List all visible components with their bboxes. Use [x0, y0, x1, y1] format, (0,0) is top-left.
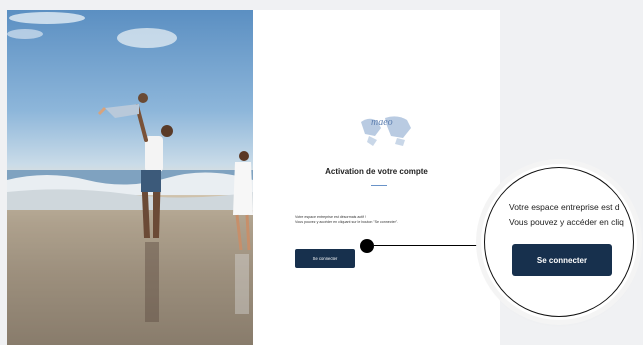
zoom-message-line-2: Vous pouvez y accéder en cliq [509, 217, 624, 227]
beach-family-photo [7, 10, 253, 345]
zoom-se-connecter-button[interactable]: Se connecter [512, 244, 612, 276]
page-title: Activation de votre compte [325, 167, 428, 176]
activation-message: Votre espace entreprise est désormais ac… [295, 215, 398, 225]
message-line-2: Vous pouvez y accéder en cliquant sur le… [295, 220, 399, 224]
callout-line [374, 245, 484, 246]
zoom-magnifier: Votre espace entreprise est d Vous pouve… [481, 164, 637, 320]
logo-text: maeo [371, 117, 393, 128]
activation-card: maeo Activation de votre compte Votre es… [253, 10, 500, 345]
tutorial-illustration: maeo Activation de votre compte Votre es… [0, 0, 643, 345]
zoom-message-line-1: Votre espace entreprise est d [509, 202, 620, 212]
se-connecter-button[interactable]: Se connecter [295, 249, 355, 268]
title-underline [371, 185, 387, 186]
callout-dot [360, 239, 374, 253]
